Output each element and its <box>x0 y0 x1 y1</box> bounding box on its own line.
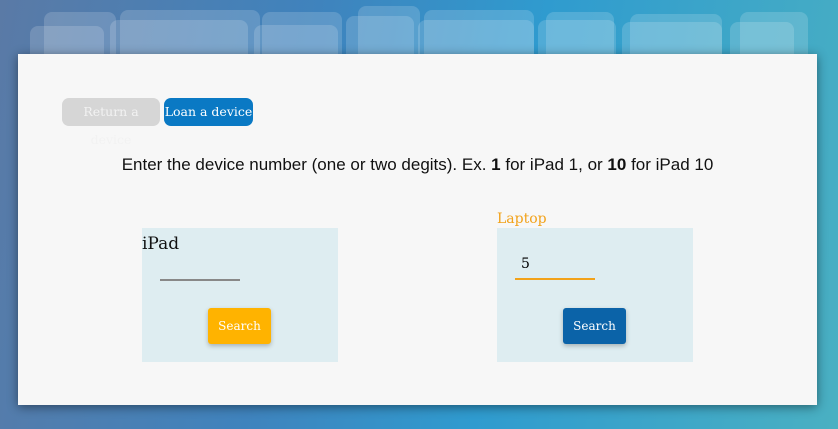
laptop-panel: Search <box>497 228 693 362</box>
instructions-text: Enter the device number (one or two degi… <box>18 155 817 175</box>
ipad-number-input[interactable] <box>160 251 240 281</box>
instructions-middle: for iPad 1, or <box>500 155 608 174</box>
ipad-panel: iPad Search <box>142 228 338 362</box>
instructions-example-1: 1 <box>491 155 501 174</box>
laptop-number-input[interactable] <box>515 250 595 280</box>
background-taskbar-blur <box>0 0 838 60</box>
instructions-example-10: 10 <box>607 155 627 174</box>
app-window: Return a device Loan a device Enter the … <box>18 54 817 405</box>
instructions-prefix: Enter the device number (one or two degi… <box>121 155 492 174</box>
return-device-tab[interactable]: Return a device <box>62 98 160 147</box>
ipad-search-button[interactable]: Search <box>208 308 271 344</box>
instructions-suffix: for iPad 10 <box>626 155 714 174</box>
loan-device-tab[interactable]: Loan a device <box>164 98 253 126</box>
laptop-label: Laptop <box>497 211 547 227</box>
mode-tabs: Return a device Loan a device <box>62 98 253 147</box>
laptop-search-button[interactable]: Search <box>563 308 626 344</box>
